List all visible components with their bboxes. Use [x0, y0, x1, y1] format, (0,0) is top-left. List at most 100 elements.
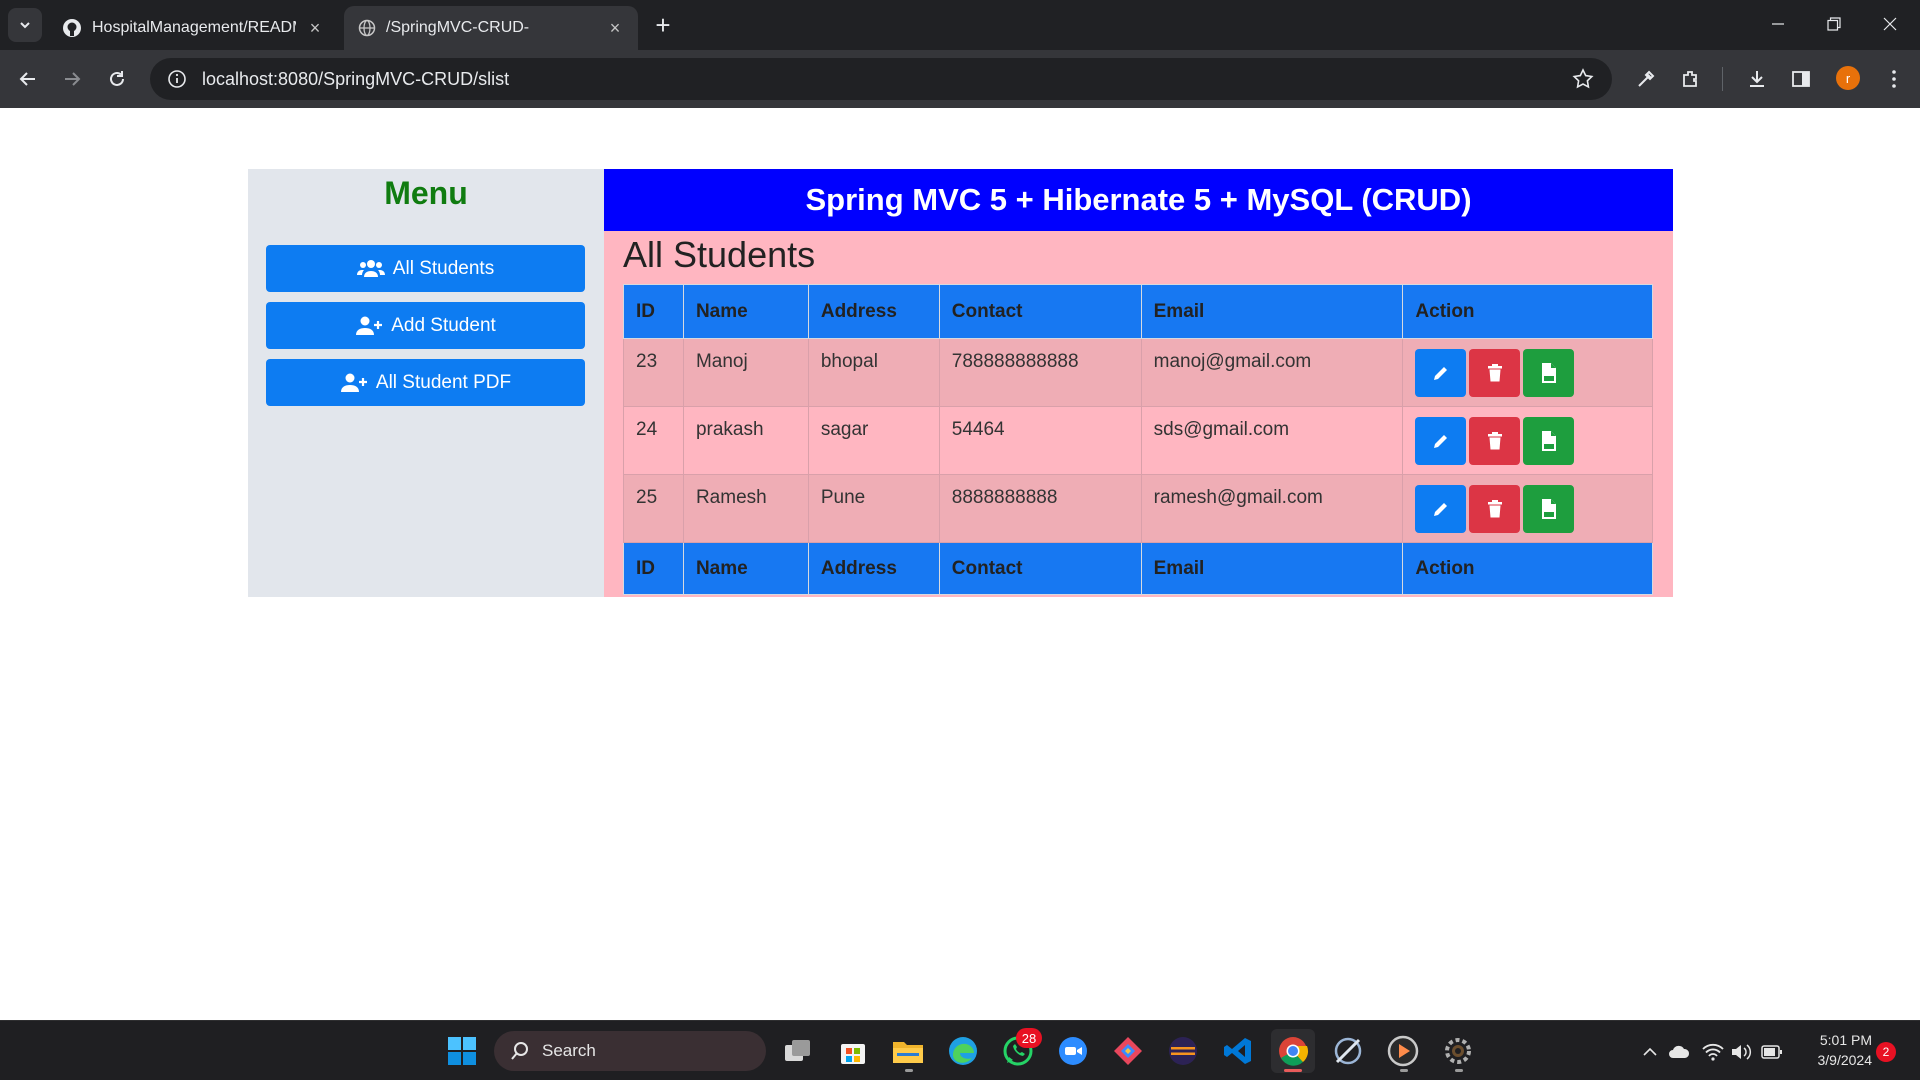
git-diamond-icon [1114, 1037, 1142, 1065]
menu-title: Menu [384, 175, 468, 211]
clock-time: 5:01 PM [1819, 1032, 1872, 1048]
taskbar-search-box[interactable]: Search [494, 1031, 766, 1071]
file-pdf-icon [1541, 431, 1556, 451]
settings-button[interactable] [1436, 1029, 1480, 1073]
students-table: ID Name Address Contact Email Action 23 … [623, 284, 1653, 595]
vscode-button[interactable] [1216, 1029, 1260, 1073]
battery-icon[interactable] [1759, 1039, 1785, 1065]
cell-actions [1402, 474, 1653, 543]
cell-actions [1402, 338, 1653, 407]
pdf-button[interactable] [1523, 349, 1575, 397]
wifi-icon[interactable] [1700, 1039, 1726, 1065]
column-header-address: Address [807, 284, 940, 339]
zoom-button[interactable] [1051, 1029, 1095, 1073]
git-tool-button[interactable] [1106, 1029, 1150, 1073]
tab-search-button[interactable] [8, 8, 42, 42]
media-player-running-indicator [1400, 1069, 1408, 1072]
column-header-contact: Contact [938, 284, 1142, 339]
edge-button[interactable] [941, 1029, 985, 1073]
media-player-button[interactable] [1381, 1029, 1425, 1073]
extensions-icon[interactable] [1677, 65, 1705, 93]
reload-button[interactable] [99, 61, 135, 97]
site-info-icon[interactable] [166, 68, 188, 90]
table-footer-row: ID Name Address Contact Email Action [623, 542, 1653, 595]
file-explorer-button[interactable] [886, 1029, 930, 1073]
clock-date: 3/9/2024 [1817, 1052, 1873, 1068]
notification-count-badge[interactable]: 2 [1876, 1042, 1896, 1062]
pdf-button[interactable] [1523, 485, 1575, 533]
delete-button[interactable] [1469, 349, 1521, 397]
tab-title: /SpringMVC-CRUD- [386, 19, 530, 36]
eclipse-icon [1169, 1037, 1197, 1065]
edge-icon [949, 1037, 977, 1065]
page-title: All Students [623, 234, 816, 275]
edit-button[interactable] [1415, 417, 1467, 465]
snipping-tool-button[interactable] [1326, 1029, 1370, 1073]
close-icon[interactable]: × [306, 18, 324, 38]
show-hidden-icons-button[interactable] [1637, 1039, 1663, 1065]
tab-springmvc-crud[interactable]: /SpringMVC-CRUD- × [344, 6, 638, 50]
system-clock[interactable]: 5:01 PM 3/9/2024 [1800, 1030, 1873, 1070]
all-students-button[interactable]: All Students [266, 245, 585, 292]
chevron-up-icon [1643, 1047, 1657, 1056]
microsoft-store-button[interactable] [831, 1029, 875, 1073]
side-panel-icon[interactable] [1787, 65, 1815, 93]
onedrive-icon[interactable] [1666, 1039, 1692, 1065]
table-row: 23 Manoj bhopal 788888888888 manoj@gmail… [623, 338, 1653, 407]
whatsapp-unread-badge: 28 [1016, 1028, 1042, 1048]
file-explorer-running-indicator [905, 1069, 913, 1072]
back-button[interactable] [10, 61, 46, 97]
table-row: 25 Ramesh Pune 8888888888 ramesh@gmail.c… [623, 474, 1653, 543]
delete-button[interactable] [1469, 485, 1521, 533]
column-header-email: Email [1140, 284, 1404, 339]
column-header-name: Name [682, 284, 809, 339]
all-student-pdf-button[interactable]: All Student PDF [266, 359, 585, 406]
add-student-button[interactable]: Add Student [266, 302, 585, 349]
eyedropper-icon[interactable] [1632, 65, 1660, 93]
edit-button[interactable] [1415, 485, 1467, 533]
browser-menu-icon[interactable] [1880, 65, 1908, 93]
address-bar[interactable]: localhost:8080/SpringMVC-CRUD/slist [150, 58, 1612, 100]
download-icon[interactable] [1743, 65, 1771, 93]
column-footer-address: Address [807, 542, 940, 595]
cell-contact: 8888888888 [938, 474, 1142, 543]
profile-avatar[interactable]: r [1836, 66, 1860, 90]
restore-button[interactable] [1806, 0, 1862, 48]
start-button[interactable] [440, 1029, 484, 1073]
taskbar: Search 5:01 PM 3/9/2024 2 [0, 1020, 1920, 1080]
task-view-icon [785, 1040, 810, 1061]
url-text: localhost:8080/SpringMVC-CRUD/slist [202, 68, 510, 89]
delete-button[interactable] [1469, 417, 1521, 465]
cell-email: manoj@gmail.com [1140, 338, 1404, 407]
user-plus-icon [356, 316, 383, 335]
task-view-button[interactable] [776, 1029, 820, 1073]
all-student-pdf-label: All Student PDF [375, 371, 512, 393]
window-close-button[interactable] [1862, 0, 1918, 48]
folder-icon [893, 1042, 923, 1063]
tab-hospital-management[interactable]: HospitalManagement/README × [48, 6, 338, 50]
new-tab-button[interactable]: + [648, 10, 678, 40]
chrome-button[interactable] [1271, 1029, 1315, 1073]
pdf-button[interactable] [1523, 417, 1575, 465]
browser-tab-strip: HospitalManagement/README × /SpringMVC-C… [0, 0, 1920, 50]
pencil-icon [1433, 501, 1449, 516]
bookmark-star-icon[interactable] [1572, 68, 1594, 95]
cell-contact: 788888888888 [938, 338, 1142, 407]
volume-icon[interactable] [1728, 1039, 1754, 1065]
chrome-icon [1279, 1037, 1309, 1066]
column-header-action: Action [1402, 284, 1653, 339]
snipping-tool-icon [1334, 1037, 1362, 1065]
eclipse-button[interactable] [1161, 1029, 1205, 1073]
minimize-button[interactable] [1750, 0, 1806, 48]
cell-address: bhopal [807, 338, 940, 407]
cell-name: Manoj [682, 338, 809, 407]
close-icon[interactable]: × [606, 18, 624, 38]
github-icon [63, 19, 81, 37]
forward-button[interactable] [54, 61, 90, 97]
arrow-left-icon [19, 72, 35, 86]
globe-icon [358, 19, 376, 37]
column-footer-contact: Contact [938, 542, 1142, 595]
gear-icon [1445, 1038, 1471, 1064]
edit-button[interactable] [1415, 349, 1467, 397]
pencil-icon [1433, 433, 1449, 448]
